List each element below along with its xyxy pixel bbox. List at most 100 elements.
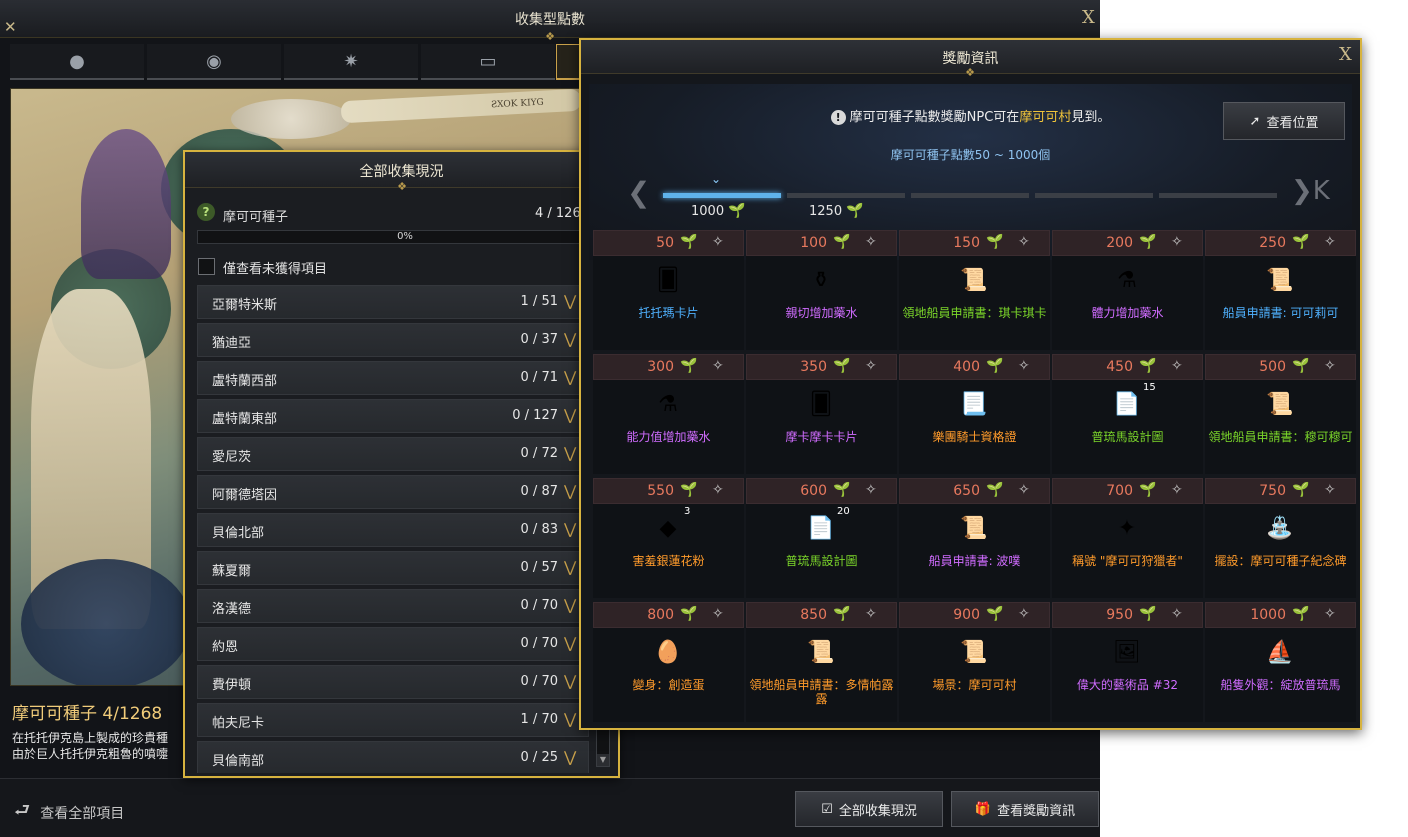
reward-item-name: 船員申請書: 波噗 [928, 554, 1021, 568]
list-item[interactable]: 亞爾特米斯 1 / 51 ⋁ [197, 285, 589, 319]
reward-cell[interactable]: 450 🌱 ✧ 📄 15 普琉馬設計圖 [1052, 354, 1203, 474]
reward-cell[interactable]: 600 🌱 ✧ 📄 20 普琉馬設計圖 [746, 478, 897, 598]
list-item[interactable]: 盧特蘭西部 0 / 71 ⋁ [197, 361, 589, 395]
powder-icon[interactable]: ◆ [650, 510, 686, 546]
reward-item-name: 擺設：摩可可種子紀念碑 [1214, 554, 1347, 568]
chevron-right-end-icon[interactable]: ❯K [1291, 176, 1330, 206]
tier-segment[interactable] [911, 193, 1029, 198]
reward-cell[interactable]: 650 🌱 ✧ 📜 船員申請書: 波噗 [899, 478, 1050, 598]
view-all-button[interactable]: ⮐ 查看全部項目 [14, 798, 124, 828]
reward-cell[interactable]: 350 🌱 ✧ 🂠 摩卡摩卡卡片 [746, 354, 897, 474]
reward-item-name: 害羞銀蓮花粉 [632, 554, 705, 568]
reward-cell[interactable]: 950 🌱 ✧ 🖼 偉大的藝術品 #32 [1052, 602, 1203, 722]
chevron-down-icon[interactable]: ⋁ [564, 330, 576, 348]
chevron-down-icon[interactable]: ⋁ [564, 406, 576, 424]
reward-cell[interactable]: 100 🌱 ✧ ⚱ 親切增加藥水 [746, 230, 897, 350]
reward-cell[interactable]: 150 🌱 ✧ 📜 領地船員申請書：琪卡琪卡 [899, 230, 1050, 350]
chevron-down-icon[interactable]: ⋁ [564, 634, 576, 652]
list-item[interactable]: 盧特蘭東部 0 / 127 ⋁ [197, 399, 589, 433]
tab-sphere[interactable]: ◉ [147, 44, 281, 80]
title-scroll-icon[interactable]: ✦ [1109, 510, 1145, 546]
chevron-down-icon[interactable]: ⋁ [564, 444, 576, 462]
scroll-icon[interactable]: 📜 [1262, 262, 1298, 298]
reward-cell[interactable]: 200 🌱 ✧ ⚗ 體力增加藥水 [1052, 230, 1203, 350]
chevron-down-icon[interactable]: ⋁ [564, 558, 576, 576]
blueprint-icon[interactable]: 📄 [1109, 386, 1145, 422]
list-item[interactable]: 猶迪亞 0 / 37 ⋁ [197, 323, 589, 357]
ship-icon[interactable]: ⛵ [1262, 634, 1298, 670]
reward-info-button[interactable]: 🎁 查看獎勵資訊 [951, 791, 1099, 827]
reward-cell-body: 📜 領地船員申請書：多情帕露露 [746, 628, 897, 722]
list-item[interactable]: 阿爾德塔因 0 / 87 ⋁ [197, 475, 589, 509]
seed-description: 在托托伊克島上製成的珍貴種 [12, 731, 169, 745]
close-button[interactable]: X [1082, 9, 1095, 27]
potion-icon[interactable]: ⚗ [1109, 262, 1145, 298]
list-item[interactable]: 費伊頓 0 / 70 ⋁ [197, 665, 589, 699]
reward-cell[interactable]: 850 🌱 ✧ 📜 領地船員申請書：多情帕露露 [746, 602, 897, 722]
view-location-button[interactable]: ➚ 查看位置 [1223, 102, 1345, 140]
reward-points: 650 [953, 483, 980, 499]
reward-cell[interactable]: 750 🌱 ✧ ⛲ 擺設：摩可可種子紀念碑 [1205, 478, 1356, 598]
tab-card[interactable]: ▭ [421, 44, 555, 80]
blueprint-icon[interactable]: 📄 [803, 510, 839, 546]
card-icon[interactable]: 🂠 [650, 262, 686, 298]
reward-cell-body: 📜 船員申請書: 波噗 [899, 504, 1050, 598]
close-button[interactable]: X [1339, 46, 1352, 64]
list-item[interactable]: 貝倫南部 0 / 25 ⋁ [197, 741, 589, 773]
seed-icon: 🌱 [833, 606, 851, 622]
scroll-icon[interactable]: 📜 [956, 510, 992, 546]
reward-cell[interactable]: 1000 🌱 ✧ ⛵ 船隻外觀：綻放普琉馬 [1205, 602, 1356, 722]
reward-cell[interactable]: 800 🌱 ✧ 🥚 變身：創造蛋 [593, 602, 744, 722]
chevron-down-icon[interactable]: ⋁ [564, 748, 576, 766]
reward-cell[interactable]: 300 🌱 ✧ ⚗ 能力值增加藥水 [593, 354, 744, 474]
reward-cell[interactable]: 500 🌱 ✧ 📜 領地船員申請書：穆可穆可 [1205, 354, 1356, 474]
reward-cell[interactable]: 900 🌱 ✧ 📜 場景：摩可可村 [899, 602, 1050, 722]
reward-points: 200 [1106, 235, 1133, 251]
chevron-down-icon[interactable]: ⋁ [564, 482, 576, 500]
scroll-icon[interactable]: 📜 [956, 262, 992, 298]
list-item[interactable]: 帕夫尼卡 1 / 70 ⋁ [197, 703, 589, 737]
chevron-down-icon[interactable]: ⋁ [564, 292, 576, 310]
tier-segment[interactable] [1159, 193, 1277, 198]
list-item[interactable]: 蘇夏爾 0 / 57 ⋁ [197, 551, 589, 585]
chevron-down-icon[interactable]: ⋁ [564, 520, 576, 538]
egg-icon[interactable]: 🥚 [650, 634, 686, 670]
chevron-left-icon[interactable]: ❮ [627, 176, 650, 209]
collection-status-button[interactable]: ☑ 全部收集現況 [795, 791, 943, 827]
list-item[interactable]: 洛漢德 0 / 70 ⋁ [197, 589, 589, 623]
reward-cell[interactable]: 550 🌱 ✧ ◆ 3 害羞銀蓮花粉 [593, 478, 744, 598]
reward-cell[interactable]: 250 🌱 ✧ 📜 船員申請書: 可可莉可 [1205, 230, 1356, 350]
tier-segment[interactable] [1035, 193, 1153, 198]
scroll-down-icon[interactable]: ▼ [597, 754, 609, 766]
unobtained-only-checkbox[interactable] [198, 258, 215, 275]
list-item[interactable]: 約恩 0 / 70 ⋁ [197, 627, 589, 661]
region-name: 洛漢德 [212, 602, 252, 617]
help-icon[interactable]: ? [197, 203, 215, 221]
chevron-down-icon[interactable]: ⋁ [564, 596, 576, 614]
card-icon[interactable]: 🂠 [803, 386, 839, 422]
rank-badge-icon: ✧ [865, 234, 877, 250]
painting-icon[interactable]: 🖼 [1109, 634, 1145, 670]
reward-item-name: 親切增加藥水 [785, 306, 858, 320]
tier-segment[interactable] [663, 193, 781, 198]
potion-icon[interactable]: ⚱ [803, 262, 839, 298]
art-fairy [81, 129, 171, 279]
list-item[interactable]: 貝倫北部 0 / 83 ⋁ [197, 513, 589, 547]
scene-scroll-icon[interactable]: 📜 [956, 634, 992, 670]
chevron-down-icon[interactable]: ⋁ [564, 672, 576, 690]
reward-cell-header: 800 🌱 ✧ [593, 602, 744, 628]
tier-segment[interactable] [787, 193, 905, 198]
tab-compass-star[interactable]: ✷ [284, 44, 418, 80]
monument-icon[interactable]: ⛲ [1262, 510, 1298, 546]
chevron-down-icon[interactable]: ⋁ [564, 368, 576, 386]
reward-cell[interactable]: 400 🌱 ✧ 📃 樂團騎士資格證 [899, 354, 1050, 474]
reward-cell[interactable]: 700 🌱 ✧ ✦ 稱號 "摩可可狩獵者" [1052, 478, 1203, 598]
potion-icon[interactable]: ⚗ [650, 386, 686, 422]
certificate-icon[interactable]: 📃 [956, 386, 992, 422]
tab-globe[interactable]: ● [10, 44, 144, 80]
chevron-down-icon[interactable]: ⋁ [564, 710, 576, 728]
reward-cell[interactable]: 50 🌱 ✧ 🂠 托托瑪卡片 [593, 230, 744, 350]
list-item[interactable]: 愛尼茨 0 / 72 ⋁ [197, 437, 589, 471]
scroll-icon[interactable]: 📜 [1262, 386, 1298, 422]
scroll-icon[interactable]: 📜 [803, 634, 839, 670]
